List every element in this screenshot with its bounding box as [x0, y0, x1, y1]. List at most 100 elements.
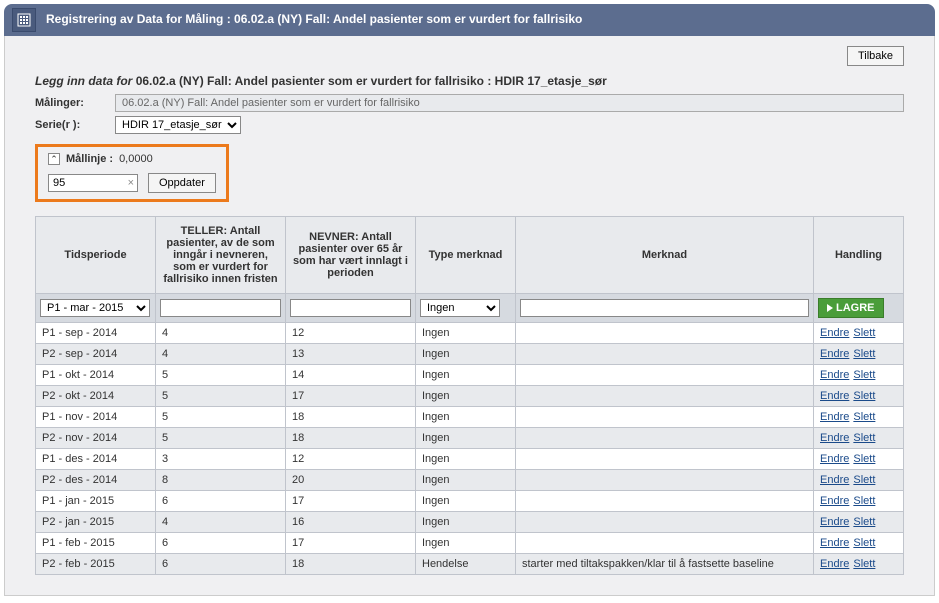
cell-teller: 4 [156, 512, 286, 533]
slett-link[interactable]: Slett [853, 537, 875, 549]
cell-nevner: 20 [286, 470, 416, 491]
serier-label: Serie(r ): [35, 119, 115, 131]
cell-period: P2 - okt - 2014 [36, 386, 156, 407]
cell-type: Ingen [416, 323, 516, 344]
oppdater-button[interactable]: Oppdater [148, 173, 216, 193]
data-table: Tidsperiode TELLER: Antall pasienter, av… [35, 216, 904, 575]
cell-period: P2 - des - 2014 [36, 470, 156, 491]
cell-type: Ingen [416, 533, 516, 554]
main-content: Tilbake Legg inn data for 06.02.a (NY) F… [4, 36, 935, 596]
cell-type: Ingen [416, 344, 516, 365]
endre-link[interactable]: Endre [820, 453, 849, 465]
cell-actions: Endre Slett [814, 512, 904, 533]
mallinje-input[interactable] [48, 174, 138, 192]
endre-link[interactable]: Endre [820, 390, 849, 402]
cell-actions: Endre Slett [814, 344, 904, 365]
cell-teller: 4 [156, 344, 286, 365]
slett-link[interactable]: Slett [853, 558, 875, 570]
cell-period: P1 - sep - 2014 [36, 323, 156, 344]
cell-merknad [516, 428, 814, 449]
endre-link[interactable]: Endre [820, 516, 849, 528]
cell-period: P1 - jan - 2015 [36, 491, 156, 512]
cell-period: P2 - sep - 2014 [36, 344, 156, 365]
cell-actions: Endre Slett [814, 554, 904, 575]
endre-link[interactable]: Endre [820, 411, 849, 423]
register-icon [12, 8, 36, 32]
lagre-button[interactable]: LAGRE [818, 298, 884, 318]
cell-period: P1 - okt - 2014 [36, 365, 156, 386]
cell-actions: Endre Slett [814, 449, 904, 470]
cell-period: P2 - jan - 2015 [36, 512, 156, 533]
period-select[interactable]: P1 - mar - 2015 [40, 299, 150, 317]
cell-type: Hendelse [416, 554, 516, 575]
slett-link[interactable]: Slett [853, 411, 875, 423]
teller-input[interactable] [160, 299, 281, 317]
cell-teller: 5 [156, 428, 286, 449]
cell-period: P1 - des - 2014 [36, 449, 156, 470]
mallinje-value: 0,0000 [119, 153, 153, 165]
cell-nevner: 14 [286, 365, 416, 386]
cell-type: Ingen [416, 407, 516, 428]
slett-link[interactable]: Slett [853, 495, 875, 507]
cell-merknad [516, 407, 814, 428]
th-tidsperiode: Tidsperiode [36, 217, 156, 294]
cell-merknad [516, 512, 814, 533]
page-title: Registrering av Data for Måling : 06.02.… [46, 12, 582, 28]
cell-actions: Endre Slett [814, 491, 904, 512]
endre-link[interactable]: Endre [820, 369, 849, 381]
table-row: P1 - okt - 2014514IngenEndreSlett [36, 365, 904, 386]
table-row: P2 - sep - 2014413IngenEndreSlett [36, 344, 904, 365]
cell-period: P2 - nov - 2014 [36, 428, 156, 449]
table-row: P2 - jan - 2015416IngenEndreSlett [36, 512, 904, 533]
cell-nevner: 18 [286, 428, 416, 449]
cell-teller: 6 [156, 533, 286, 554]
table-row: P2 - nov - 2014518Ingen Endre Slett [36, 428, 904, 449]
cell-nevner: 16 [286, 512, 416, 533]
endre-link[interactable]: Endre [820, 432, 849, 444]
cell-actions: Endre Slett [814, 365, 904, 386]
serier-select[interactable]: HDIR 17_etasje_sør [115, 116, 241, 134]
collapse-icon[interactable]: ⌃ [48, 153, 60, 165]
cell-teller: 5 [156, 407, 286, 428]
slett-link[interactable]: Slett [853, 369, 875, 381]
endre-link[interactable]: Endre [820, 327, 849, 339]
back-button[interactable]: Tilbake [847, 46, 904, 66]
slett-link[interactable]: Slett [853, 453, 875, 465]
slett-link[interactable]: Slett [853, 432, 875, 444]
cell-period: P1 - feb - 2015 [36, 533, 156, 554]
slett-link[interactable]: Slett [853, 348, 875, 360]
merknad-input[interactable] [520, 299, 809, 317]
slett-link[interactable]: Slett [853, 390, 875, 402]
cell-actions: Endre Slett [814, 428, 904, 449]
table-row: P1 - sep - 2014412IngenEndreSlett [36, 323, 904, 344]
slett-link[interactable]: Slett [853, 327, 875, 339]
cell-nevner: 17 [286, 386, 416, 407]
clear-input-icon[interactable]: × [128, 177, 134, 189]
endre-link[interactable]: Endre [820, 558, 849, 570]
cell-nevner: 17 [286, 533, 416, 554]
mallinje-box: ⌃ Mållinje : 0,0000 × Oppdater [35, 144, 229, 202]
th-handling: Handling [814, 217, 904, 294]
cell-merknad [516, 533, 814, 554]
cell-nevner: 12 [286, 323, 416, 344]
table-row: P1 - jan - 2015617IngenEndreSlett [36, 491, 904, 512]
cell-nevner: 17 [286, 491, 416, 512]
endre-link[interactable]: Endre [820, 474, 849, 486]
subtitle-prefix: Legg inn data for [35, 74, 132, 88]
cell-merknad: starter med tiltakspakken/klar til å fas… [516, 554, 814, 575]
cell-merknad [516, 365, 814, 386]
th-type: Type merknad [416, 217, 516, 294]
type-select[interactable]: Ingen [420, 299, 500, 317]
endre-link[interactable]: Endre [820, 348, 849, 360]
slett-link[interactable]: Slett [853, 516, 875, 528]
cell-merknad [516, 470, 814, 491]
table-row: P2 - feb - 2015618Hendelsestarter med ti… [36, 554, 904, 575]
endre-link[interactable]: Endre [820, 495, 849, 507]
cell-period: P1 - nov - 2014 [36, 407, 156, 428]
slett-link[interactable]: Slett [853, 474, 875, 486]
nevner-input[interactable] [290, 299, 411, 317]
endre-link[interactable]: Endre [820, 537, 849, 549]
malinger-label: Målinger: [35, 97, 115, 109]
table-row: P2 - des - 2014820IngenEndreSlett [36, 470, 904, 491]
cell-type: Ingen [416, 428, 516, 449]
